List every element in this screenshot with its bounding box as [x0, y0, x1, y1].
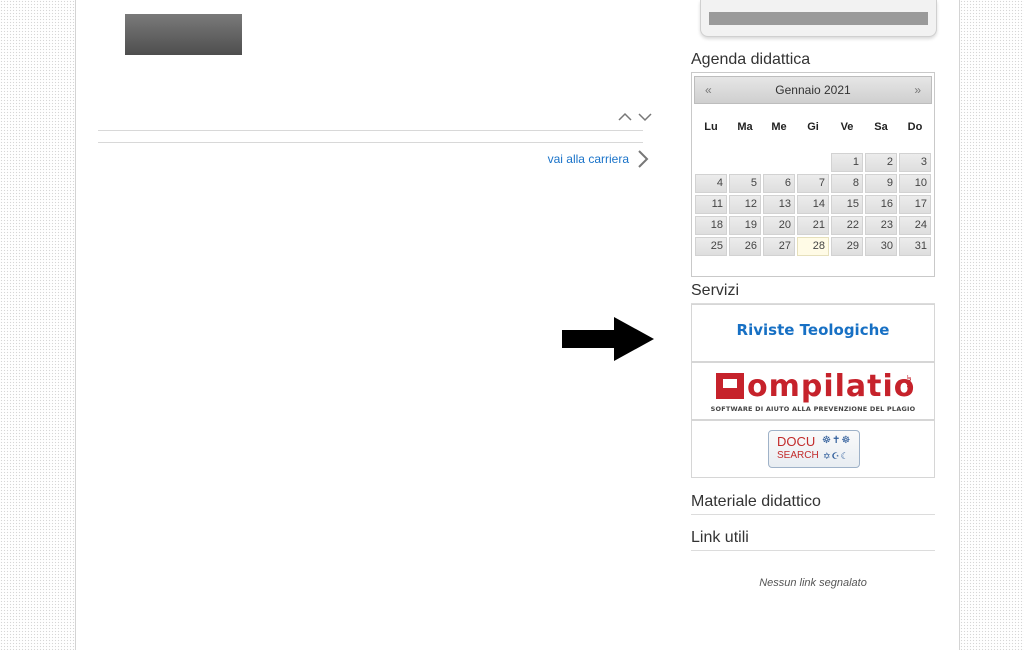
calendar-month-label: Gennaio 2021 — [775, 83, 851, 97]
divider — [691, 550, 935, 551]
chevron-down-icon[interactable] — [638, 112, 652, 122]
compilatio-tagline: SOFTWARE DI AIUTO ALLA PREVENZIONE DEL P… — [710, 405, 916, 413]
compilatio-logo: ompilatio — [716, 372, 915, 402]
career-link[interactable]: vai alla carriera — [548, 152, 629, 166]
calendar-day[interactable]: 15 — [831, 195, 863, 214]
chevron-right-icon[interactable] — [636, 149, 650, 169]
profile-bar — [709, 12, 928, 25]
calendar-day[interactable]: 1 — [831, 153, 863, 172]
calendar-day-today[interactable]: 28 — [797, 237, 829, 256]
calendar-day[interactable]: 9 — [865, 174, 897, 193]
page-content: vai alla carriera Agenda didattica « Gen… — [75, 0, 960, 650]
calendar-day[interactable]: 29 — [831, 237, 863, 256]
materiale-title[interactable]: Materiale didattico — [691, 493, 821, 511]
weekday-label: Ma — [737, 121, 753, 133]
calendar-day[interactable]: 14 — [797, 195, 829, 214]
calendar-day[interactable]: 2 — [865, 153, 897, 172]
calendar-day[interactable]: 17 — [899, 195, 931, 214]
compilatio-c-icon — [716, 373, 744, 399]
calendar-day[interactable]: 16 — [865, 195, 897, 214]
calendar-day[interactable]: 24 — [899, 216, 931, 235]
riviste-teologiche-banner[interactable]: Riviste Teologiche — [691, 304, 935, 362]
calendar-days: 1 2 3 4 5 6 7 8 9 10 11 12 13 14 15 16 17 18 19 20 21 22 23 24 2… — [694, 152, 932, 257]
calendar-day[interactable]: 31 — [899, 237, 931, 256]
compilatio-suffix: .net — [905, 375, 912, 388]
servizi-title: Servizi — [691, 282, 740, 299]
calendar-day[interactable]: 25 — [695, 237, 727, 256]
calendar-empty-cell — [797, 153, 829, 172]
docusearch-logo: DOCU SEARCH ☸✝☸ ✡☪☾ — [768, 430, 860, 468]
calendar-day[interactable]: 23 — [865, 216, 897, 235]
no-links-message: Nessun link segnalato — [759, 577, 867, 589]
calendar-day[interactable]: 7 — [797, 174, 829, 193]
divider — [691, 514, 935, 515]
calendar-header: « Gennaio 2021 » — [694, 76, 932, 104]
divider — [98, 130, 643, 131]
religion-symbols-icon: ☸✝☸ — [822, 435, 852, 446]
calendar-day[interactable]: 19 — [729, 216, 761, 235]
calendar-day[interactable]: 10 — [899, 174, 931, 193]
link-utili-title[interactable]: Link utili — [691, 529, 749, 547]
agenda-title: Agenda didattica — [691, 51, 811, 68]
weekday-label: Gi — [807, 121, 819, 133]
calendar-day[interactable]: 3 — [899, 153, 931, 172]
weekday-label: Me — [771, 121, 787, 133]
calendar-day[interactable]: 21 — [797, 216, 829, 235]
weekday-label: Ve — [840, 121, 854, 133]
calendar-empty-cell — [729, 153, 761, 172]
calendar-day[interactable]: 18 — [695, 216, 727, 235]
calendar-day[interactable]: 26 — [729, 237, 761, 256]
weekday-label: Do — [907, 121, 923, 133]
weekday-label: Lu — [704, 121, 718, 133]
weekday-label: Sa — [874, 121, 888, 133]
docusearch-banner[interactable]: DOCU SEARCH ☸✝☸ ✡☪☾ — [691, 420, 935, 478]
calendar-day[interactable]: 8 — [831, 174, 863, 193]
calendar-day[interactable]: 22 — [831, 216, 863, 235]
calendar-day[interactable]: 20 — [763, 216, 795, 235]
divider — [98, 142, 643, 143]
riviste-label: Riviste Teologiche — [736, 321, 890, 339]
calendar-day[interactable]: 13 — [763, 195, 795, 214]
thumbnail-image — [125, 14, 242, 55]
calendar-empty-cell — [763, 153, 795, 172]
compilatio-banner[interactable]: ompilatio .net SOFTWARE DI AIUTO ALLA PR… — [691, 362, 935, 420]
arrow-right-icon — [562, 317, 654, 361]
calendar: « Gennaio 2021 » Lu Ma Me Gi Ve Sa Do 12345678… — [691, 72, 935, 277]
religion-symbols-icon: ✡☪☾ — [823, 451, 850, 461]
profile-panel — [700, 0, 937, 37]
chevron-up-icon[interactable] — [618, 112, 632, 122]
calendar-day[interactable]: 4 — [695, 174, 727, 193]
calendar-next-button[interactable]: » — [914, 83, 921, 97]
calendar-weekdays: Lu Ma Me Gi Ve Sa Do — [694, 121, 932, 133]
calendar-day[interactable]: 5 — [729, 174, 761, 193]
calendar-day[interactable]: 27 — [763, 237, 795, 256]
calendar-day[interactable]: 6 — [763, 174, 795, 193]
calendar-day[interactable]: 11 — [695, 195, 727, 214]
calendar-day[interactable]: 12 — [729, 195, 761, 214]
calendar-empty-cell — [695, 153, 727, 172]
calendar-day[interactable]: 30 — [865, 237, 897, 256]
